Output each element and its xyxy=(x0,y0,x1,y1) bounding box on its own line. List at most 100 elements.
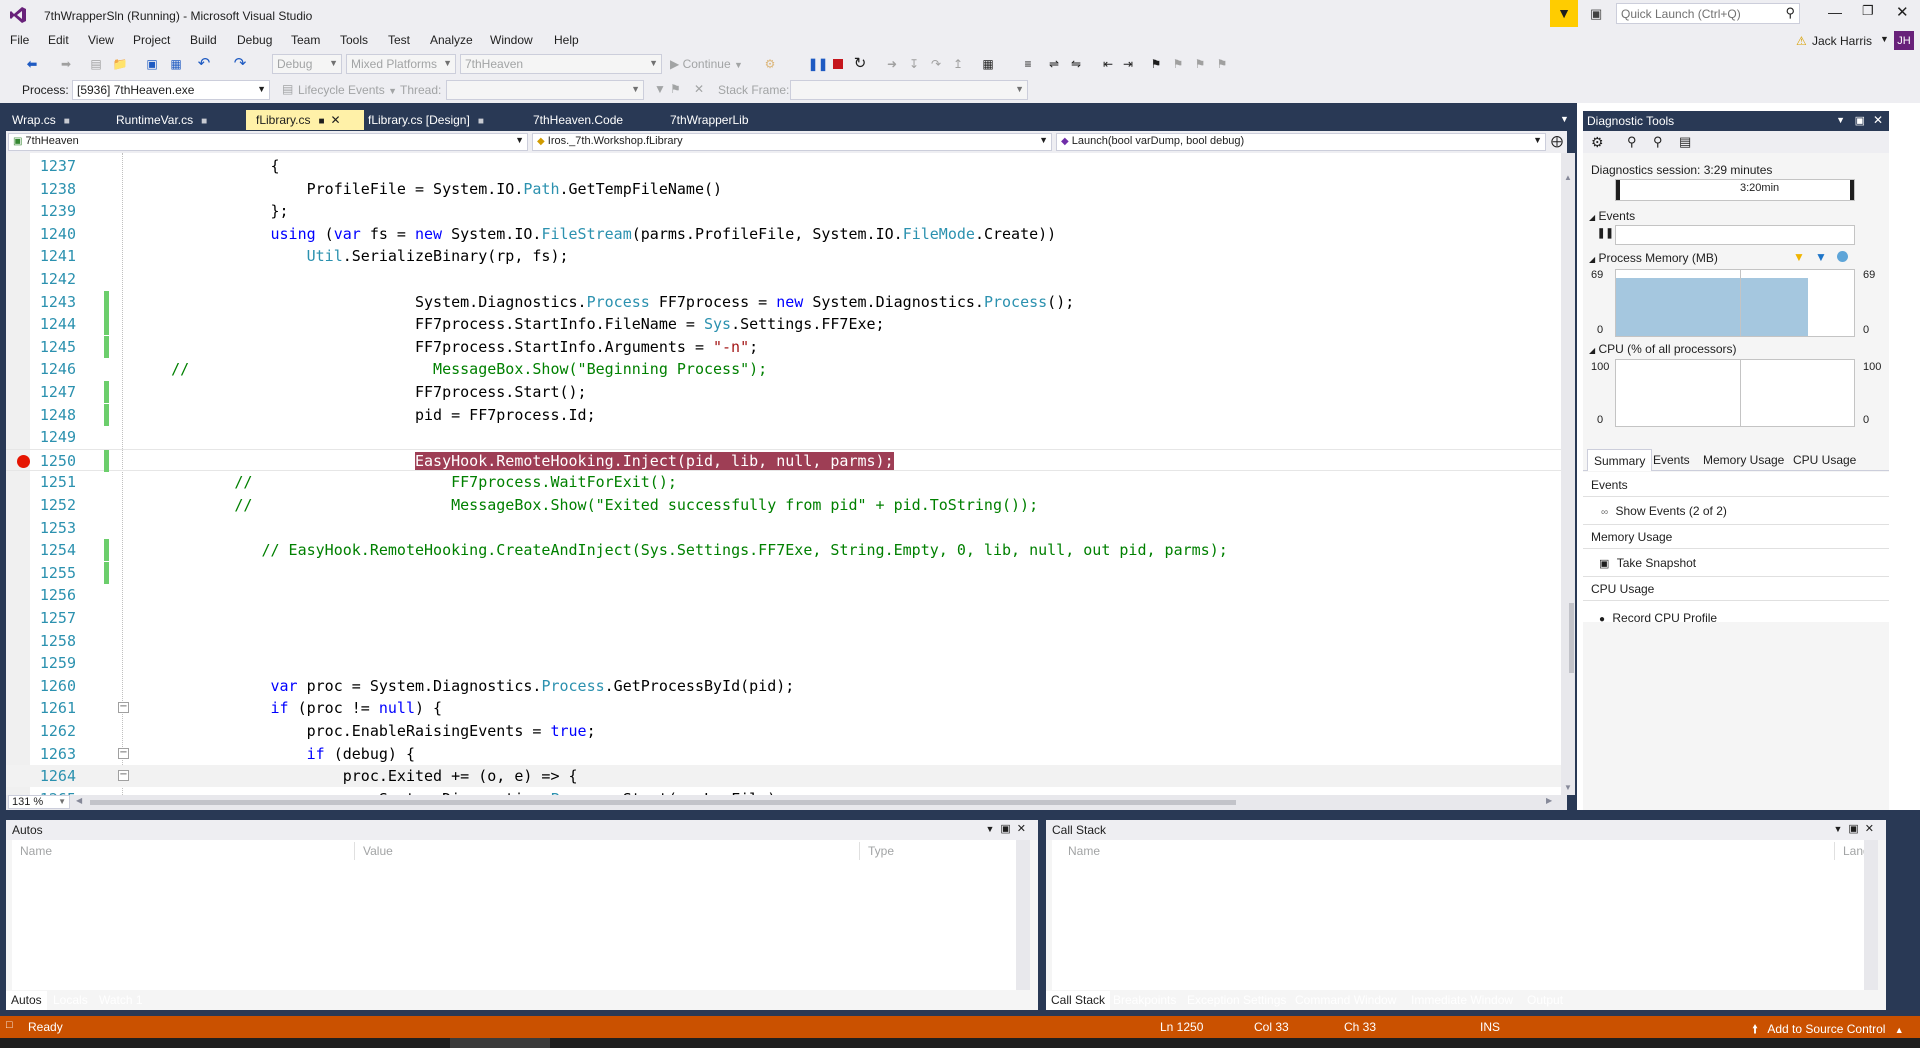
zoom-out-icon[interactable]: ⚲ xyxy=(1653,134,1663,150)
autos-col-type[interactable]: Type xyxy=(860,842,1020,860)
tab-events[interactable]: Events xyxy=(1653,453,1690,467)
scroll-left-icon[interactable]: ◀ xyxy=(76,796,82,805)
code-line[interactable]: 1244 FF7process.StartInfo.FileName = Sys… xyxy=(6,313,1561,336)
code-line[interactable]: 1240 using (var fs = new System.IO.FileS… xyxy=(6,223,1561,245)
step-out-icon[interactable]: ↥ xyxy=(950,56,966,72)
code-line[interactable]: 1259 xyxy=(6,652,1561,674)
reset-view-icon[interactable]: ▤ xyxy=(1679,134,1691,150)
pause-icon[interactable]: ❚❚ xyxy=(808,56,828,72)
panel-close-icon[interactable]: ✕ xyxy=(1873,113,1883,127)
panel-menu-icon[interactable]: ▼ xyxy=(1836,115,1845,125)
pin-icon[interactable]: ■ xyxy=(64,116,70,127)
restart-icon[interactable]: ↻ xyxy=(852,56,868,72)
memory-header[interactable]: ◢ Process Memory (MB) xyxy=(1589,251,1718,265)
call-stack-col-name[interactable]: Name xyxy=(1060,842,1842,860)
save-icon[interactable]: ▣ xyxy=(144,56,160,72)
new-project-icon[interactable]: ▤ xyxy=(88,56,104,72)
zoom-in-icon[interactable]: ⚲ xyxy=(1627,134,1637,150)
tab-immediate-window[interactable]: Immediate Window xyxy=(1406,991,1518,1010)
tab-watch-1[interactable]: Watch 1 xyxy=(94,991,148,1010)
breakpoint-icon[interactable] xyxy=(17,454,30,468)
autos-grid[interactable] xyxy=(12,840,1030,990)
scroll-right-icon[interactable]: ▶ xyxy=(1546,796,1552,805)
save-all-icon[interactable]: ▦ xyxy=(168,56,184,72)
events-header[interactable]: ◢ Events xyxy=(1589,209,1635,223)
code-line[interactable]: 1261− if (proc != null) { xyxy=(6,697,1561,719)
tab-output[interactable]: Output xyxy=(1522,991,1568,1010)
solution-platform-select[interactable]: Mixed Platforms ▼ xyxy=(346,54,456,74)
user-dropdown-icon[interactable]: ▼ xyxy=(1880,34,1889,44)
code-line[interactable]: 1237 { xyxy=(6,155,1561,177)
code-line[interactable]: 1241 Util.SerializeBinary(rp, fs); xyxy=(6,245,1561,267)
menu-file[interactable]: File xyxy=(10,33,29,47)
panel-menu-icon[interactable]: ▼ xyxy=(1833,824,1848,834)
user-name[interactable]: Jack Harris xyxy=(1812,34,1872,48)
tab-runtimevar-cs[interactable]: RuntimeVar.cs ■ xyxy=(106,110,246,130)
menu-team[interactable]: Team xyxy=(291,33,320,47)
feedback-icon[interactable]: ▣ xyxy=(1590,6,1602,22)
scrollbar-thumb[interactable] xyxy=(1569,603,1574,673)
timeline-ruler[interactable]: 3:20min xyxy=(1615,179,1855,201)
code-line[interactable]: 1255 xyxy=(6,561,1561,584)
undo-icon[interactable]: ↶ xyxy=(196,56,212,72)
avatar[interactable]: JH xyxy=(1894,31,1914,51)
menu-debug[interactable]: Debug xyxy=(237,33,272,47)
take-snapshot-link[interactable]: ▣ Take Snapshot xyxy=(1599,556,1696,570)
tab-cpu-usage[interactable]: CPU Usage xyxy=(1793,453,1856,467)
tab-flibrary-cs[interactable]: fLibrary.cs ■ ✕ xyxy=(246,110,364,130)
zoom-select[interactable]: 131 % ▼ xyxy=(8,795,70,809)
menu-analyze[interactable]: Analyze xyxy=(430,33,473,47)
code-line[interactable]: 1248 pid = FF7process.Id; xyxy=(6,403,1561,426)
step-over-icon[interactable]: ↷ xyxy=(928,56,944,72)
menu-tools[interactable]: Tools xyxy=(340,33,368,47)
call-stack-scrollbar[interactable] xyxy=(1864,840,1878,990)
code-line[interactable]: 1239 }; xyxy=(6,200,1561,222)
tab-call-stack[interactable]: Call Stack xyxy=(1046,991,1111,1010)
project-nav-select[interactable]: ▣ 7thHeaven ▼ xyxy=(8,133,528,151)
cpu-header[interactable]: ◢ CPU (% of all processors) xyxy=(1589,342,1737,356)
type-nav-select[interactable]: ◆ Iros._7th.Workshop.fLibrary ▼ xyxy=(532,133,1052,151)
restore-button[interactable]: ❐ xyxy=(1862,3,1874,19)
code-line[interactable]: 1258 xyxy=(6,630,1561,652)
process-icon[interactable]: ⚙ xyxy=(762,56,778,72)
menu-help[interactable]: Help xyxy=(554,33,579,47)
code-line[interactable]: 1247 FF7process.Start(); xyxy=(6,381,1561,403)
code-line[interactable]: 1253 xyxy=(6,517,1561,539)
team-explorer-tab[interactable]: Team Explorer xyxy=(1898,212,1912,289)
editor-vertical-scrollbar[interactable] xyxy=(1561,153,1575,795)
code-line[interactable]: 1264− proc.Exited += (o, e) => { xyxy=(6,765,1561,788)
lifecycle-events-dropdown[interactable]: Lifecycle Events ▼ xyxy=(298,83,397,97)
code-line[interactable]: 1262 proc.EnableRaisingEvents = true; xyxy=(6,720,1561,742)
outdent-icon[interactable]: ⇤ xyxy=(1100,56,1116,72)
clear-bookmarks-icon[interactable]: ⚑ xyxy=(1214,56,1230,72)
tab-7thheaven-code[interactable]: 7thHeaven.Code xyxy=(523,110,663,130)
flag-filter-icon[interactable]: ▼ xyxy=(654,82,666,96)
redo-icon[interactable]: ↷ xyxy=(232,56,248,72)
code-line[interactable]: 1260 var proc = System.Diagnostics.Proce… xyxy=(6,675,1561,697)
autos-scrollbar[interactable] xyxy=(1016,840,1030,990)
bookmark-icon[interactable]: ⚑ xyxy=(1148,56,1164,72)
events-pause-icon[interactable]: ❚❚ xyxy=(1597,228,1614,239)
tab-memory-usage[interactable]: Memory Usage xyxy=(1703,453,1784,467)
stop-icon[interactable] xyxy=(830,56,846,72)
scroll-down-icon[interactable]: ▼ xyxy=(1564,783,1572,792)
clear-flags-icon[interactable]: ✕ xyxy=(694,82,704,96)
panel-close-icon[interactable]: ✕ xyxy=(1865,823,1880,835)
minimize-button[interactable]: — xyxy=(1828,4,1842,20)
call-stack-col-lang[interactable]: Lang xyxy=(1834,842,1866,860)
indent-icon[interactable]: ⇥ xyxy=(1120,56,1136,72)
autos-col-name[interactable]: Name xyxy=(12,842,355,860)
pin-icon[interactable]: ■ xyxy=(201,116,207,127)
horizontal-scrollbar-thumb[interactable] xyxy=(90,800,1236,805)
back-icon[interactable]: ⬅ xyxy=(24,56,40,72)
tab-flibrary-design[interactable]: fLibrary.cs [Design] ■ xyxy=(358,110,518,130)
scroll-up-icon[interactable]: ▲ xyxy=(1564,173,1572,182)
open-file-icon[interactable]: 📁 xyxy=(112,56,128,72)
code-line[interactable]: 1238 ProfileFile = System.IO.Path.GetTem… xyxy=(6,178,1561,200)
menu-window[interactable]: Window xyxy=(490,33,533,47)
panel-close-icon[interactable]: ✕ xyxy=(1017,823,1032,835)
pin-icon[interactable]: ■ xyxy=(318,116,324,127)
menu-view[interactable]: View xyxy=(88,33,114,47)
cpu-chart[interactable] xyxy=(1615,359,1855,427)
code-line[interactable]: 1250 EasyHook.RemoteHooking.Inject(pid, … xyxy=(6,448,1561,472)
